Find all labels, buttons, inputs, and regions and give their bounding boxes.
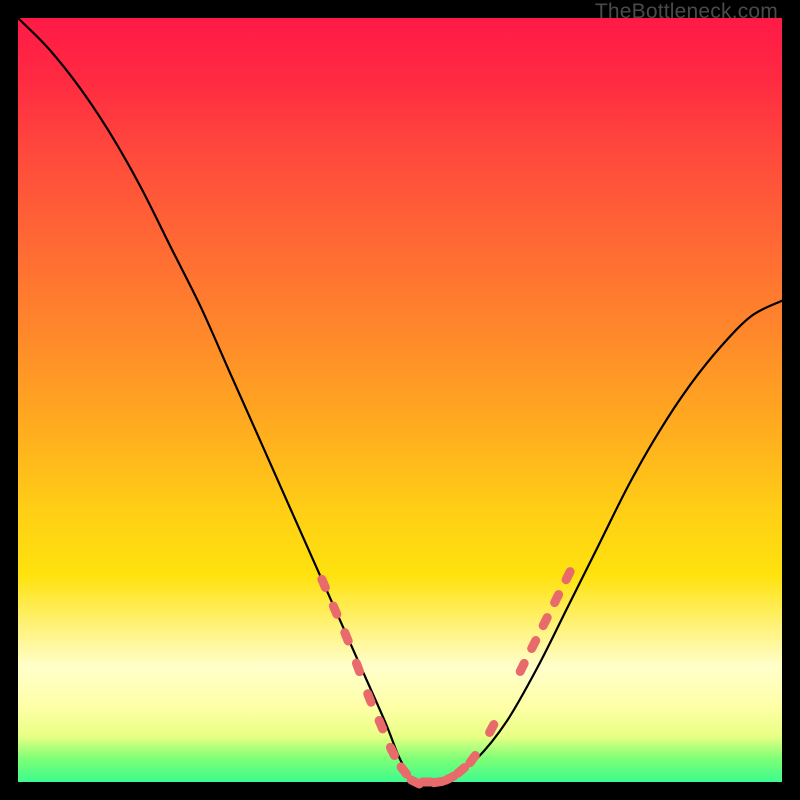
watermark-text: TheBottleneck.com: [595, 0, 778, 24]
curve-marker: [537, 612, 553, 632]
curve-marker: [560, 566, 576, 586]
curve-marker: [514, 657, 530, 677]
curve-marker: [327, 600, 342, 620]
curve-marker: [526, 634, 542, 654]
curve-marker: [339, 627, 354, 647]
marker-group: [316, 566, 576, 790]
bottleneck-curve: [18, 18, 782, 784]
bottleneck-curve-svg: [18, 18, 782, 782]
curve-marker: [384, 741, 400, 761]
curve-marker: [549, 589, 565, 609]
curve-group: [18, 18, 782, 790]
chart-frame: TheBottleneck.com: [0, 0, 800, 800]
curve-marker: [316, 573, 331, 593]
